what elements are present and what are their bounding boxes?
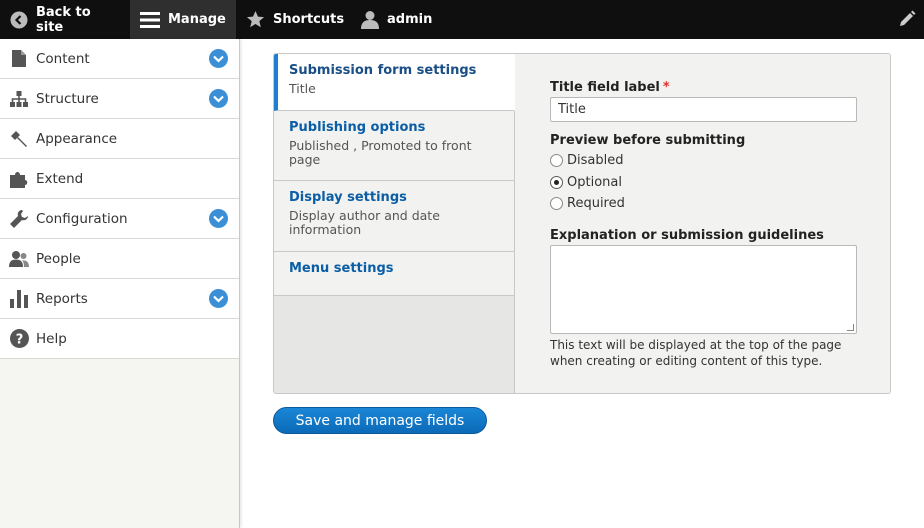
radio-button[interactable] [550, 154, 563, 168]
sidebar-item-extend[interactable]: Extend [0, 159, 239, 199]
manage-label: Manage [168, 12, 226, 27]
save-and-manage-fields-button[interactable]: Save and manage fields [273, 407, 487, 434]
tab-summary: Published , Promoted to front page [289, 138, 472, 167]
tab-submission-form-settings[interactable]: Submission form settings Title [274, 54, 515, 111]
radio-button[interactable] [550, 197, 563, 211]
explanation-help-text: This text will be displayed at the top o… [550, 337, 842, 368]
tab-display-settings[interactable]: Display settings Display author and date… [274, 181, 514, 252]
people-icon [9, 249, 29, 269]
tab-title: Publishing options [289, 120, 426, 135]
manage-tab[interactable]: Manage [130, 0, 236, 39]
edit-pencil-icon[interactable] [898, 10, 918, 30]
explanation-label: Explanation or submission guidelines [550, 227, 824, 243]
sidebar-item-content[interactable]: Content [0, 39, 239, 79]
sidebar-item-label: People [36, 250, 81, 267]
svg-text:?: ? [15, 333, 23, 348]
tab-menu-settings[interactable]: Menu settings [274, 252, 514, 296]
radio-option-optional[interactable]: Optional [550, 172, 890, 194]
user-tab[interactable]: admin [351, 0, 451, 39]
sidebar-item-label: Appearance [36, 130, 118, 147]
tab-publishing-options[interactable]: Publishing options Published , Promoted … [274, 111, 514, 181]
reports-icon [9, 289, 29, 309]
chevron-down-icon[interactable] [209, 209, 228, 228]
vertical-tabs-menu: Submission form settings Title Publishin… [274, 54, 515, 393]
sidebar-item-people[interactable]: People [0, 239, 239, 279]
preview-radio-group: Disabled Optional Required [550, 150, 890, 215]
title-field-label: Title field label * [550, 80, 890, 95]
help-icon: ? [9, 329, 29, 349]
structure-icon [9, 89, 29, 109]
user-label: admin [387, 12, 433, 27]
sidebar-item-label: Content [36, 50, 90, 67]
wrench-icon [9, 209, 29, 229]
sidebar-item-structure[interactable]: Structure [0, 79, 239, 119]
sidebar-item-label: Extend [36, 170, 84, 187]
content-icon [9, 49, 29, 69]
title-field-label-text: Title field label [550, 80, 660, 95]
tab-summary: Title [289, 81, 316, 96]
tab-title: Menu settings [289, 261, 394, 276]
shortcuts-label: Shortcuts [273, 12, 345, 27]
title-field-input[interactable] [550, 97, 857, 122]
radio-label: Optional [567, 174, 622, 190]
main-content: Submission form settings Title Publishin… [241, 39, 924, 528]
vertical-tabs: Submission form settings Title Publishin… [273, 53, 891, 394]
radio-option-disabled[interactable]: Disabled [550, 150, 890, 172]
back-to-site-label: Back to site [36, 4, 91, 35]
admin-toolbar: Back to site Manage Shortcuts admin [0, 0, 924, 39]
sidebar-item-appearance[interactable]: Appearance [0, 119, 239, 159]
sidebar-item-reports[interactable]: Reports [0, 279, 239, 319]
star-icon [246, 10, 265, 29]
explanation-textarea[interactable] [550, 244, 857, 334]
hamburger-icon [140, 11, 160, 29]
sidebar-item-label: Configuration [36, 210, 128, 227]
radio-button[interactable] [550, 175, 563, 189]
required-marker: * [662, 80, 670, 95]
sidebar-item-label: Help [36, 330, 67, 347]
submission-form-settings-pane: Title field label* Preview before submit… [516, 54, 890, 393]
radio-label: Required [567, 196, 625, 212]
chevron-down-icon[interactable] [209, 89, 228, 108]
user-icon [361, 10, 379, 29]
chevron-down-icon[interactable] [209, 49, 228, 68]
radio-option-required[interactable]: Required [550, 193, 890, 215]
extend-icon [9, 169, 29, 189]
resize-grip-icon[interactable] [847, 323, 854, 331]
sidebar-item-configuration[interactable]: Configuration [0, 199, 239, 239]
sidebar-item-label: Structure [36, 90, 99, 107]
sidebar-item-help[interactable]: ? Help [0, 319, 239, 359]
back-arrow-icon [10, 11, 28, 29]
shortcuts-tab[interactable]: Shortcuts [236, 0, 351, 39]
appearance-icon [9, 129, 29, 149]
back-to-site-link[interactable]: Back to site [0, 0, 130, 39]
chevron-down-icon[interactable] [209, 289, 228, 308]
admin-sidebar: Content Structure Appearance Extend Conf… [0, 39, 240, 528]
sidebar-item-label: Reports [36, 290, 88, 307]
preview-label: Preview before submitting [550, 133, 746, 148]
tab-title: Submission form settings [289, 63, 477, 78]
tab-summary: Display author and date information [289, 208, 440, 237]
tab-title: Display settings [289, 190, 407, 205]
radio-label: Disabled [567, 153, 624, 169]
